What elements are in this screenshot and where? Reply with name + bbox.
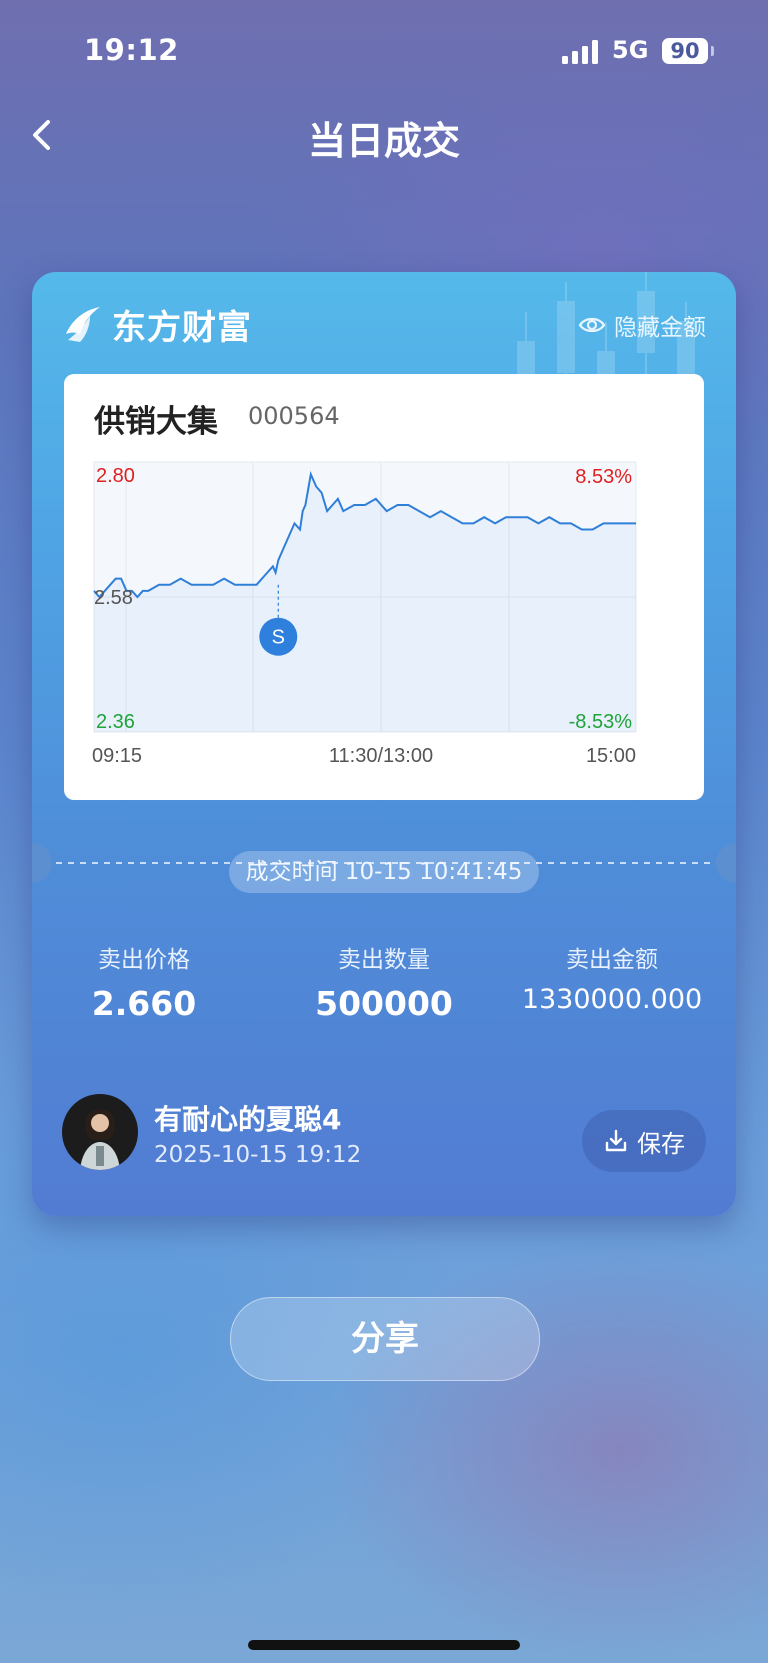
intraday-chart: 供销大集 000564 S 2.80 2.58 2.36 8.53% -8.53… [64,374,704,800]
download-icon [605,1129,627,1152]
y-right-bottom-label: -8.53% [569,711,633,733]
x-label-midday: 11:30/13:00 [329,745,433,767]
sell-price-stat: 卖出价格 2.660 [44,940,244,1023]
save-label: 保存 [637,1129,685,1158]
home-indicator [248,1640,520,1650]
user-name: 有耐心的夏聪4 [154,1103,342,1136]
eye-icon [578,317,606,333]
brand-logo: 东方财富 [62,302,252,348]
trade-card: 东方财富 隐藏金额 供销大集 000564 S 2.80 2.58 2.36 8… [32,272,736,1216]
brand-name: 东方财富 [112,307,252,348]
y-left-bottom-label: 2.36 [96,711,135,733]
share-button[interactable]: 分享 [230,1297,540,1381]
ticket-notch-right [716,843,736,883]
battery-icon: 90 [662,38,708,64]
y-right-top-label: 8.53% [575,466,632,488]
hide-amount-label: 隐藏金额 [614,315,706,341]
y-left-top-label: 2.80 [96,465,135,487]
deal-time-pill: 成交时间 10-15 10:41:45 [229,851,539,893]
sell-amount-stat: 卖出金额 1330000.000 [502,940,722,1015]
sell-quantity-label: 卖出数量 [338,947,430,973]
x-label-open: 09:15 [92,745,142,767]
avatar[interactable] [62,1094,138,1170]
save-button[interactable]: 保存 [582,1110,706,1172]
user-datetime: 2025-10-15 19:12 [154,1142,362,1168]
hide-amount-toggle[interactable]: 隐藏金额 [578,308,706,342]
status-bar: 19:12 5G 90 [0,0,768,100]
cellular-signal-icon [562,40,598,64]
sell-price-value: 2.660 [91,984,197,1023]
sell-marker-label: S [272,627,285,649]
battery-tip [711,46,714,56]
eastmoney-logo-icon [66,307,100,342]
price-line-chart: S 2.80 2.58 2.36 8.53% -8.53% 09:15 11:3… [92,461,637,767]
sell-amount-value: 1330000.000 [521,984,703,1015]
y-left-mid-label: 2.58 [94,587,133,609]
status-time: 19:12 [84,33,179,67]
sell-quantity-stat: 卖出数量 500000 [284,940,484,1023]
page-title: 当日成交 [307,119,460,163]
x-label-close: 15:00 [586,745,636,767]
sell-amount-label: 卖出金额 [566,947,658,973]
ticket-notch-left [32,843,52,883]
sell-price-label: 卖出价格 [98,947,190,973]
sell-quantity-value: 500000 [315,984,453,1023]
network-type: 5G [612,36,649,64]
